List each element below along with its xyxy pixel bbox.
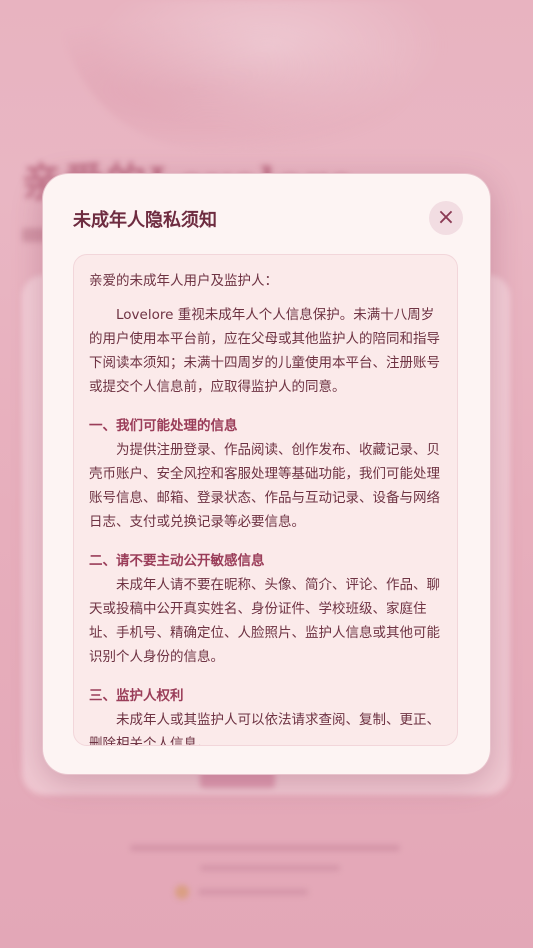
background-checkbox: [175, 885, 189, 899]
background-decoration: [60, 0, 480, 150]
dialog-title: 未成年人隐私须知: [73, 210, 217, 231]
section-title: 一、我们可能处理的信息: [89, 418, 238, 434]
section-paragraph: 为提供注册登录、作品阅读、创作发布、收藏记录、贝壳币账户、安全风控和客服处理等基…: [89, 442, 440, 530]
background-footer-line: [198, 889, 308, 895]
background-footer-line: [200, 865, 340, 871]
close-button[interactable]: ×: [429, 201, 463, 235]
notice-content[interactable]: 亲爱的未成年人用户及监护人： Lovelore 重视未成年人个人信息保护。未满十…: [73, 254, 458, 746]
close-icon: ×: [436, 205, 456, 230]
section-paragraph: 未成年人请不要在昵称、头像、简介、评论、作品、聊天或投稿中公开真实姓名、身份证件…: [89, 577, 440, 665]
section-title: 三、监护人权利: [89, 688, 184, 704]
section-paragraph: 未成年人或其监护人可以依法请求查阅、复制、更正、删除相关个人信息。: [89, 712, 440, 746]
greeting-text: 亲爱的未成年人用户及监护人：: [89, 273, 278, 289]
background-footer-line: [130, 845, 400, 851]
privacy-notice-dialog: 未成年人隐私须知 × 亲爱的未成年人用户及监护人： Lovelore 重视未成年…: [42, 173, 491, 775]
section-title: 二、请不要主动公开敏感信息: [89, 553, 265, 569]
intro-paragraph: Lovelore 重视未成年人个人信息保护。未满十八周岁的用户使用本平台前，应在…: [89, 307, 440, 395]
